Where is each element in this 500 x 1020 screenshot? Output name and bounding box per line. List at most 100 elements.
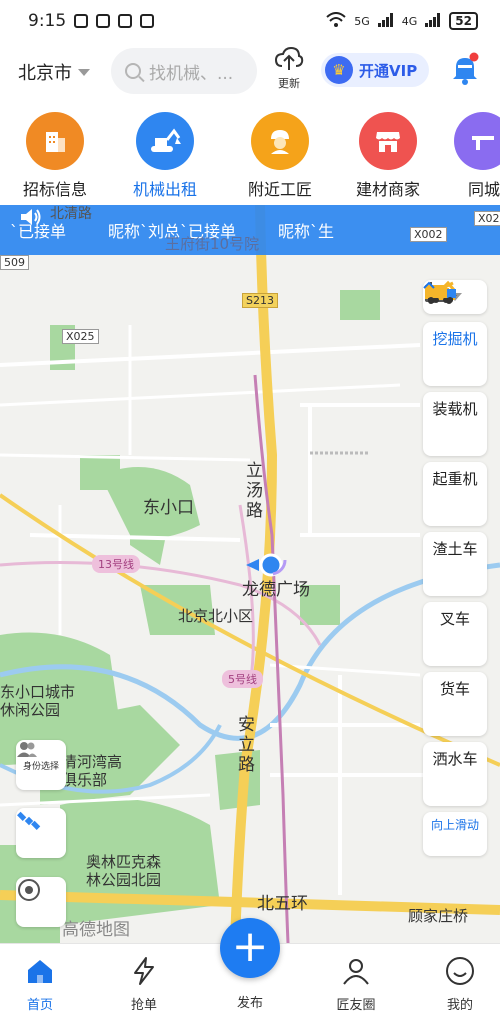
update-button[interactable]: 更新 xyxy=(270,46,308,91)
map-label: 王府街10号院 xyxy=(165,235,260,253)
bottom-nav: 首页 抢单 + 发布 匠友圈 我的 xyxy=(0,918,500,1020)
equipment-label: 起重机 xyxy=(432,470,478,488)
vip-button[interactable]: ♛ 开通VIP xyxy=(321,53,429,87)
worker-icon xyxy=(251,112,309,170)
category-label: 同城 xyxy=(468,180,500,199)
nav-label: 匠友圈 xyxy=(336,998,376,1013)
nav-label: 我的 xyxy=(446,998,473,1013)
map-label: 北清路 xyxy=(50,206,92,222)
store-icon xyxy=(359,112,417,170)
locate-icon xyxy=(18,879,40,901)
speaker-icon xyxy=(21,209,41,225)
identity-select-label: 身份选择 xyxy=(22,761,59,772)
map-label-line: 东小口城市 xyxy=(0,683,76,701)
users-icon xyxy=(17,742,37,757)
map-view[interactable]: `已接单 昵称`刘总`已接单 昵称`生 王府街10号院 北清路 S213 X02… xyxy=(0,205,500,943)
map-logo: 高德地图 xyxy=(62,920,130,940)
road-shield: X025 xyxy=(62,329,99,344)
satellite-layer-button[interactable] xyxy=(16,808,66,858)
map-label-line: 休闲公园 xyxy=(0,701,61,719)
map-label-line: 奥林匹克森 xyxy=(86,853,162,871)
equipment-label: 渣土车 xyxy=(432,540,478,558)
map-label: 东小口城市 休闲公园 xyxy=(0,683,75,719)
category-label: 招标信息 xyxy=(22,180,87,199)
building-icon xyxy=(26,112,84,170)
equipment-crane[interactable]: 起重机 xyxy=(423,281,487,526)
map-label: 立汤路 xyxy=(246,461,263,521)
wifi-icon xyxy=(326,11,346,31)
map-label: 安立路 xyxy=(238,715,255,775)
category-label: 机械出租 xyxy=(132,180,197,199)
category-same-city[interactable]: 同城 xyxy=(438,110,500,200)
nav-grab-order[interactable]: 抢单 xyxy=(104,956,184,1013)
slide-up-label: 向上滑动 xyxy=(430,818,479,832)
equipment-panel: 挖掘机 装载机 起重机 渣土车 叉车 货车 洒水车 向上滑动 xyxy=(423,280,489,856)
nav-home[interactable]: 首页 xyxy=(0,956,80,1013)
update-label: 更新 xyxy=(278,77,300,90)
category-building-materials[interactable]: 建材商家 xyxy=(333,110,443,200)
equipment-truck[interactable]: 货车 xyxy=(423,285,487,736)
nav-mine[interactable]: 我的 xyxy=(420,956,500,1013)
satellite-icon xyxy=(17,811,41,830)
road-shield: X023 xyxy=(474,211,500,226)
equipment-excavator[interactable]: 挖掘机 xyxy=(423,280,487,386)
vip-label: 开通VIP xyxy=(359,61,418,80)
battery-indicator: 52 xyxy=(449,12,478,30)
road-shield: X002 xyxy=(410,227,447,242)
equipment-label: 挖掘机 xyxy=(432,330,478,348)
friends-icon xyxy=(343,959,369,985)
category-label: 附近工匠 xyxy=(247,180,312,199)
map-label: 清河湾高 俱乐部 xyxy=(62,753,122,789)
caret-down-icon xyxy=(78,68,90,76)
equipment-dump-truck[interactable]: 渣土车 xyxy=(423,287,487,596)
search-icon xyxy=(125,63,141,79)
city-selector[interactable]: 北京市 xyxy=(18,59,108,85)
slide-up-button[interactable]: 向上滑动 xyxy=(423,281,487,856)
category-label: 建材商家 xyxy=(355,180,420,199)
search-input[interactable]: 找机械、... xyxy=(111,48,257,94)
publish-button[interactable]: + xyxy=(220,918,280,978)
metro-label: 13号线 xyxy=(92,555,140,573)
city-icon xyxy=(454,112,500,170)
road-shield: S213 xyxy=(242,293,278,308)
crown-icon: ♛ xyxy=(325,56,353,84)
home-icon xyxy=(28,960,52,983)
map-label: 顾家庄桥 xyxy=(408,907,469,925)
equipment-sprinkler-truck[interactable]: 洒水车 xyxy=(423,287,487,806)
map-label: 北京北小区 xyxy=(178,607,254,625)
map-label: 奥林匹克森 林公园北园 xyxy=(86,853,161,889)
nav-friends-circle[interactable]: 匠友圈 xyxy=(316,956,396,1013)
smiley-icon xyxy=(446,957,474,985)
metro-label: 5号线 xyxy=(222,670,263,688)
ticker-item: 昵称`生 xyxy=(278,222,335,241)
equipment-label: 洒水车 xyxy=(432,750,478,768)
alarm-icon xyxy=(118,14,133,28)
equipment-label: 货车 xyxy=(439,680,470,698)
cloud-upload-icon xyxy=(274,46,304,70)
signal-4g: 4G xyxy=(401,14,418,28)
category-bidding[interactable]: 招标信息 xyxy=(0,110,110,200)
map-label: 东小口 xyxy=(143,498,194,518)
identity-select-button[interactable]: 身份选择 xyxy=(16,740,66,790)
road-shield: 509 xyxy=(0,255,29,270)
bell-icon xyxy=(453,52,479,85)
equipment-label: 叉车 xyxy=(439,610,470,628)
locate-button[interactable] xyxy=(16,877,66,927)
header-row: 北京市 找机械、... 更新 ♛ 开通VIP xyxy=(0,44,500,100)
equipment-forklift[interactable]: 叉车 xyxy=(423,282,487,666)
map-label-line: 林公园北园 xyxy=(86,871,162,889)
map-label: 龙德广场 xyxy=(242,580,310,600)
notification-button[interactable] xyxy=(450,52,480,86)
nav-label: 抢单 xyxy=(130,998,157,1013)
signal-bars-icon-2 xyxy=(425,12,441,30)
search-placeholder: 找机械、... xyxy=(149,63,234,84)
status-bar: 9:15 5G 4G 52 xyxy=(0,0,500,42)
excavator-icon xyxy=(136,112,194,170)
equipment-loader[interactable]: 装载机 xyxy=(423,288,487,456)
category-nearby-craftsman[interactable]: 附近工匠 xyxy=(225,110,335,200)
category-machinery-rental[interactable]: 机械出租 xyxy=(110,110,220,209)
nav-label: 发布 xyxy=(236,996,263,1011)
status-time: 9:15 xyxy=(28,11,67,31)
city-label: 北京市 xyxy=(18,63,72,84)
map-label: 北五环 xyxy=(257,894,308,914)
